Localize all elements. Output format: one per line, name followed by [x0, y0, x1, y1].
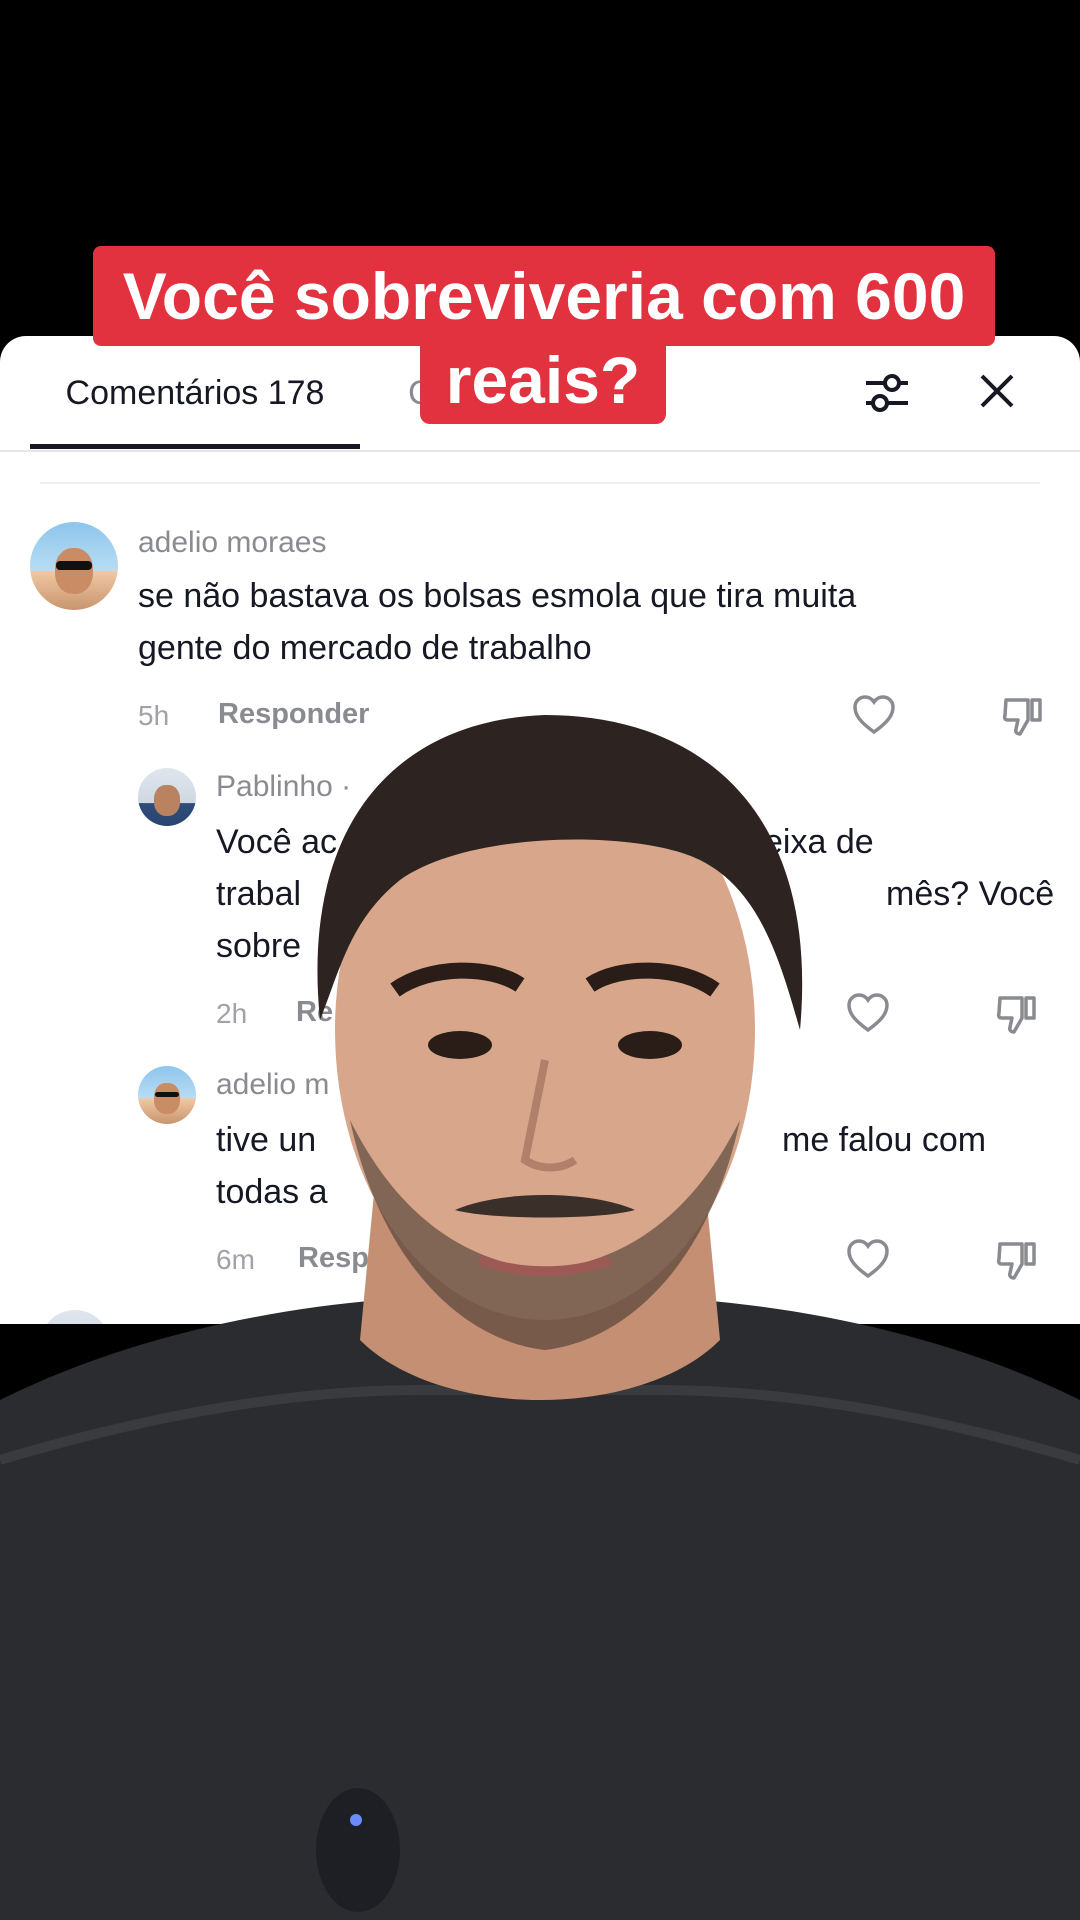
avatar[interactable]	[138, 1066, 196, 1124]
comment-time: 6m	[216, 1244, 255, 1275]
comment-line: todas a	[216, 1173, 328, 1211]
comment-username[interactable]: adelio m	[216, 1068, 329, 1102]
reply-item: adelio m tive un me falou com todas a 6m…	[0, 336, 1080, 1280]
heart-icon[interactable]	[846, 1238, 890, 1282]
comment-fragment: me falou com	[782, 1121, 987, 1159]
comments-panel: Comentários 178 C adelio moraes se não b…	[0, 336, 1080, 1324]
dislike-icon[interactable]	[994, 1238, 1038, 1282]
video-caption-line2: reais?	[420, 342, 666, 424]
video-caption-line1: Você sobreviveria com 600	[93, 246, 995, 346]
avatar[interactable]	[40, 1310, 110, 1324]
comment-line: tive un me falou com	[216, 1114, 1076, 1166]
comment-text: tive un me falou com todas a	[216, 1114, 1076, 1218]
reply-button[interactable]: Resp	[298, 1242, 369, 1275]
comment-fragment: tive un	[216, 1121, 317, 1159]
